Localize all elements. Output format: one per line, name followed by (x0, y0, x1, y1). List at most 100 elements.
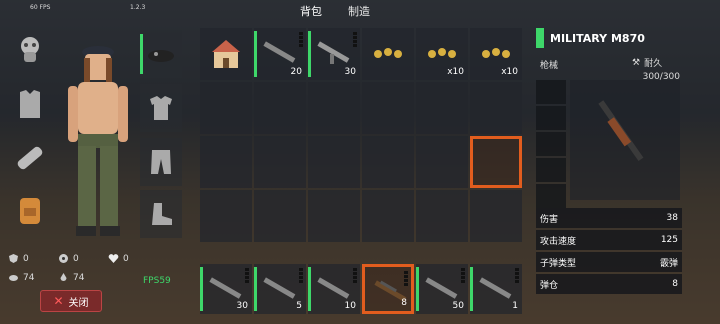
inventory-slot[interactable] (416, 190, 468, 242)
stat-value: 霰弹 (659, 258, 678, 269)
item-count: 1 (512, 301, 518, 311)
inventory-slot[interactable] (254, 136, 306, 188)
armor-stat: 0 (8, 253, 29, 264)
inventory-slot[interactable] (254, 190, 306, 242)
item-count: 10 (344, 301, 356, 311)
durability-label: 耐久 (644, 59, 663, 69)
equipped-indicator (308, 267, 311, 311)
beret-icon (148, 50, 174, 62)
backpack-slot[interactable] (8, 190, 52, 230)
inventory-slot[interactable] (200, 136, 252, 188)
feet-slot[interactable] (140, 190, 182, 238)
inventory-slot[interactable] (416, 136, 468, 188)
character-model (68, 46, 128, 236)
inventory-slot[interactable] (254, 82, 306, 134)
stat-value: 8 (672, 279, 678, 289)
item-title: MILITARY M870 (536, 28, 682, 48)
head-slot[interactable] (140, 30, 182, 78)
rifle-icon (479, 277, 512, 299)
hotbar-slot[interactable]: 30 (200, 264, 252, 314)
fps-indicator: FPS59 (143, 276, 171, 286)
item-count: 20 (290, 67, 302, 77)
inventory-slot[interactable] (362, 190, 414, 242)
radiation-stat: 0 (58, 253, 79, 264)
inventory-slot[interactable]: 30 (308, 28, 360, 80)
armor-slot[interactable] (8, 84, 52, 124)
radiation-stat-icon (59, 254, 68, 263)
item-count: x10 (447, 67, 464, 77)
pants-icon (151, 150, 171, 174)
attachment-slot[interactable] (536, 184, 566, 208)
water-stat-value: 74 (73, 272, 85, 283)
inventory-slot[interactable]: x10 (470, 28, 522, 80)
water-stat-icon (60, 273, 67, 281)
inventory-slot[interactable] (470, 82, 522, 134)
gas-mask-icon (21, 37, 39, 62)
inventory-slot[interactable] (470, 190, 522, 242)
equipped-indicator (200, 267, 203, 311)
shotgun-preview-icon (598, 100, 644, 162)
tab-backpack[interactable]: 背包 (300, 3, 322, 19)
fps-counter: 60 FPS (30, 4, 51, 11)
hotbar-slot[interactable]: 10 (308, 264, 360, 314)
inventory-slot-selected[interactable] (470, 136, 522, 188)
stat-value: 125 (660, 235, 678, 245)
durability-label-group: ⚒ 耐久 (632, 56, 663, 70)
inventory-slot[interactable] (308, 136, 360, 188)
equipped-indicator (254, 267, 257, 311)
stat-label: 伤害 (540, 214, 559, 225)
inventory-slot[interactable] (362, 28, 414, 80)
boots-icon (152, 203, 172, 225)
armor-stat-value: 0 (23, 253, 29, 264)
inventory-slot[interactable]: x10 (416, 28, 468, 80)
hammer-icon: ⚒ (632, 57, 641, 68)
inventory-slot[interactable] (200, 82, 252, 134)
attachment-slot[interactable] (536, 80, 566, 104)
medical-slot[interactable] (8, 138, 52, 178)
equipped-indicator (140, 34, 143, 74)
inventory-slot[interactable] (362, 136, 414, 188)
backpack-icon (20, 198, 40, 224)
inventory-slot[interactable] (200, 28, 252, 80)
hotbar-slot[interactable]: 1 (470, 264, 522, 314)
equipped-indicator (416, 267, 419, 311)
inventory-grid: 20 30 x10 x10 (200, 28, 522, 242)
attachment-slot[interactable] (536, 158, 566, 182)
item-count: 30 (236, 301, 248, 311)
stat-row-damage: 伤害 38 (536, 208, 682, 228)
inventory-slot[interactable] (200, 190, 252, 242)
tab-crafting[interactable]: 制造 (348, 3, 370, 19)
inventory-slot[interactable] (416, 82, 468, 134)
inventory-slot[interactable] (308, 82, 360, 134)
inventory-slot[interactable] (308, 190, 360, 242)
legs-slot[interactable] (140, 138, 182, 186)
item-detail-panel: MILITARY M870 枪械 ⚒ 耐久 300/300 伤害 38 攻击速度… (536, 28, 682, 294)
hotbar-slot[interactable]: 5 (254, 264, 306, 314)
item-count: 5 (296, 301, 302, 311)
food-stat-icon (9, 275, 18, 281)
close-button[interactable]: ✕ 关闭 (40, 290, 102, 312)
inventory-slot[interactable]: 20 (254, 28, 306, 80)
stat-value: 38 (666, 213, 678, 223)
equipped-indicator (254, 31, 257, 77)
version-label: 1.2.3 (130, 4, 146, 11)
inventory-slot[interactable] (362, 82, 414, 134)
torso-slot[interactable] (140, 84, 182, 132)
item-count: 30 (344, 67, 356, 77)
item-name: MILITARY M870 (550, 31, 645, 45)
gas-mask-slot[interactable] (8, 30, 52, 70)
body-armor-icon (20, 90, 40, 118)
item-count: 8 (401, 298, 407, 308)
hotbar-slot-selected[interactable]: 8 (362, 264, 414, 314)
ammo-icon (374, 48, 402, 58)
stat-row-ammo-type: 子弹类型 霰弹 (536, 252, 682, 272)
attachment-slot[interactable] (536, 106, 566, 130)
hotbar-slot[interactable]: 50 (416, 264, 468, 314)
health-stat-icon (108, 254, 119, 263)
close-label: 关闭 (68, 297, 89, 309)
attachment-slot[interactable] (536, 132, 566, 156)
item-stats: 伤害 38 攻击速度 125 子弹类型 霰弹 弹仓 8 (536, 208, 682, 296)
radiation-stat-value: 0 (73, 253, 79, 264)
stat-row-attack-speed: 攻击速度 125 (536, 230, 682, 250)
attachment-slots (536, 80, 566, 220)
